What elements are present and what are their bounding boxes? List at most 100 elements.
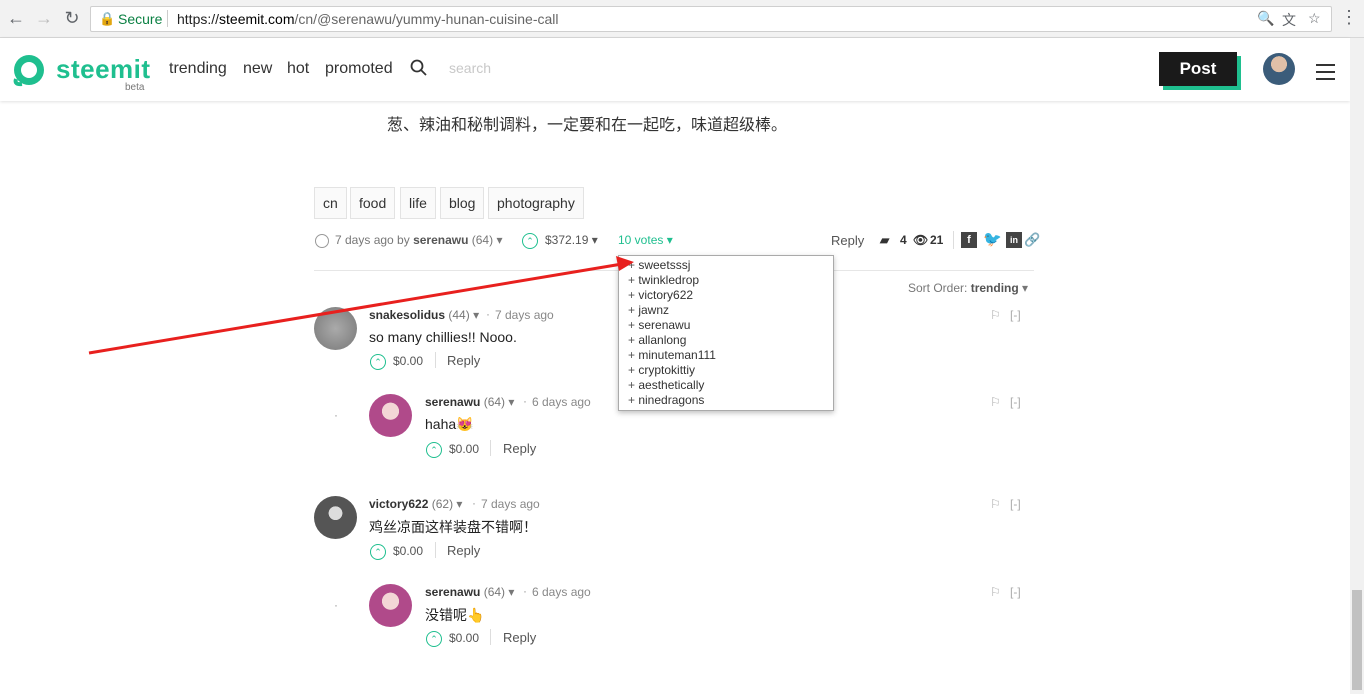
comment-author[interactable]: snakesolidus (44) ▾	[369, 308, 479, 322]
tag-life[interactable]: life	[400, 187, 436, 219]
voter-item[interactable]: + serenawu	[628, 318, 833, 333]
link-icon[interactable]: 🔗	[1024, 232, 1040, 248]
collapse-toggle[interactable]: [-]	[1010, 585, 1021, 599]
upvote-icon[interactable]: ⌃	[370, 544, 386, 560]
zoom-icon[interactable]: 🔍	[1257, 10, 1274, 27]
browser-menu-icon[interactable]: ⋮	[1340, 7, 1358, 28]
comment-author[interactable]: victory622 (62) ▾	[369, 497, 462, 511]
divider	[435, 352, 436, 368]
comment-body: haha😻	[425, 416, 474, 432]
views-count: 21	[930, 233, 944, 247]
search-icon[interactable]	[410, 59, 428, 77]
upvote-icon[interactable]: ⌃	[522, 233, 538, 249]
post-button[interactable]: Post	[1159, 52, 1237, 86]
flag-icon[interactable]: ⚐	[990, 497, 1001, 511]
collapse-toggle[interactable]: [-]	[1010, 395, 1021, 409]
sort-order[interactable]: Sort Order: trending ▾	[908, 281, 1028, 295]
upvote-icon[interactable]: ⌃	[426, 631, 442, 647]
url-text[interactable]: https://steemit.com/cn/@serenawu/yummy-h…	[177, 11, 558, 27]
hamburger-menu-icon[interactable]	[1316, 64, 1335, 85]
scrollbar-thumb[interactable]	[1352, 590, 1362, 690]
comment-reply-link[interactable]: Reply	[503, 441, 536, 456]
twitter-icon[interactable]: 🐦	[983, 232, 1002, 248]
votes-toggle[interactable]: 10 votes ▾	[618, 233, 673, 247]
tag-food[interactable]: food	[350, 187, 396, 219]
post-reply-link[interactable]: Reply	[831, 233, 864, 248]
voter-item[interactable]: + minuteman111	[628, 348, 833, 363]
flag-icon[interactable]: ⚐	[990, 585, 1001, 599]
comment-time[interactable]: 6 days ago	[532, 395, 591, 409]
site-header: steemit beta trending new hot promoted s…	[0, 38, 1350, 101]
collapse-toggle[interactable]: [-]	[1010, 308, 1021, 322]
comment-author[interactable]: serenawu (64) ▾	[425, 585, 514, 599]
steemit-logo-icon[interactable]	[12, 53, 46, 87]
post-time: 7 days ago by	[335, 233, 410, 247]
avatar[interactable]	[369, 394, 412, 437]
comment-reply-link[interactable]: Reply	[447, 353, 480, 368]
comment-time[interactable]: 6 days ago	[532, 585, 591, 599]
search-input[interactable]: search	[449, 60, 491, 76]
lock-icon: 🔒	[99, 11, 116, 26]
post-meta: 7 days ago by serenawu (64) ▾	[335, 233, 502, 247]
comment-reply-link[interactable]: Reply	[503, 630, 536, 645]
flag-icon[interactable]: ⚐	[990, 395, 1001, 409]
comment-body: 没错呢👆	[425, 607, 485, 623]
bookmark-star-icon[interactable]: ☆	[1308, 10, 1321, 27]
comment-payout[interactable]: $0.00	[449, 631, 479, 645]
browser-toolbar: ← → ↻ 🔒 Secure https://steemit.com/cn/@s…	[0, 0, 1364, 38]
nav-new[interactable]: new	[243, 60, 272, 78]
comment-payout[interactable]: $0.00	[393, 544, 423, 558]
comments-count: 4	[900, 233, 907, 247]
comments-icon: ▰	[880, 233, 890, 247]
voter-item[interactable]: + cryptokittiy	[628, 363, 833, 378]
facebook-icon[interactable]: f	[961, 232, 977, 248]
voter-item[interactable]: + victory622	[628, 288, 833, 303]
flag-icon[interactable]: ⚐	[990, 308, 1001, 322]
votes-count: 10 votes	[618, 233, 664, 247]
comment-reply-link[interactable]: Reply	[447, 543, 480, 558]
author-dropdown-icon[interactable]: ▾	[496, 233, 502, 247]
nav-promoted[interactable]: promoted	[325, 60, 393, 78]
payout-value: $372.19	[545, 233, 589, 247]
comment-author[interactable]: serenawu (64) ▾	[425, 395, 514, 409]
voter-item[interactable]: + ninedragons	[628, 393, 833, 408]
divider	[490, 629, 491, 645]
clock-icon	[315, 234, 329, 248]
address-bar[interactable]: 🔒 Secure https://steemit.com/cn/@serenaw…	[90, 6, 1332, 32]
secure-label: Secure	[118, 11, 163, 27]
translate-icon[interactable]: 文	[1282, 10, 1296, 30]
url-scheme: https://	[177, 11, 220, 27]
voters-dropdown: + sweetsssj + twinkledrop + victory622 +…	[618, 255, 834, 411]
upvote-icon[interactable]: ⌃	[426, 442, 442, 458]
nav-trending[interactable]: trending	[169, 60, 227, 78]
post-author[interactable]: serenawu	[413, 233, 468, 247]
user-avatar[interactable]	[1263, 53, 1295, 85]
url-path: /cn/@serenawu/yummy-hunan-cuisine-call	[294, 11, 559, 27]
nav-hot[interactable]: hot	[287, 60, 309, 78]
voter-item[interactable]: + jawnz	[628, 303, 833, 318]
collapse-toggle[interactable]: [-]	[1010, 497, 1021, 511]
back-arrow-icon[interactable]: ←	[6, 8, 26, 28]
upvote-icon[interactable]: ⌃	[370, 354, 386, 370]
post-payout[interactable]: $372.19 ▾	[545, 233, 598, 247]
post-author-rep: (64)	[471, 233, 494, 247]
meta-dot: ·	[523, 394, 527, 408]
comment-payout[interactable]: $0.00	[449, 442, 479, 456]
forward-arrow-icon[interactable]: →	[34, 8, 54, 28]
avatar[interactable]	[369, 584, 412, 627]
voter-item[interactable]: + allanlong	[628, 333, 833, 348]
tag-cn[interactable]: cn	[314, 187, 347, 219]
tag-blog[interactable]: blog	[440, 187, 485, 219]
avatar[interactable]	[314, 307, 357, 350]
tag-photography[interactable]: photography	[488, 187, 584, 219]
linkedin-icon[interactable]: in	[1006, 232, 1022, 248]
comment-payout[interactable]: $0.00	[393, 354, 423, 368]
comment-time[interactable]: 7 days ago	[481, 497, 540, 511]
voter-item[interactable]: + sweetsssj	[628, 258, 833, 273]
logo-text[interactable]: steemit	[56, 54, 151, 85]
voter-item[interactable]: + twinkledrop	[628, 273, 833, 288]
avatar[interactable]	[314, 496, 357, 539]
voter-item[interactable]: + aesthetically	[628, 378, 833, 393]
reload-icon[interactable]: ↻	[62, 8, 82, 28]
comment-time[interactable]: 7 days ago	[495, 308, 554, 322]
